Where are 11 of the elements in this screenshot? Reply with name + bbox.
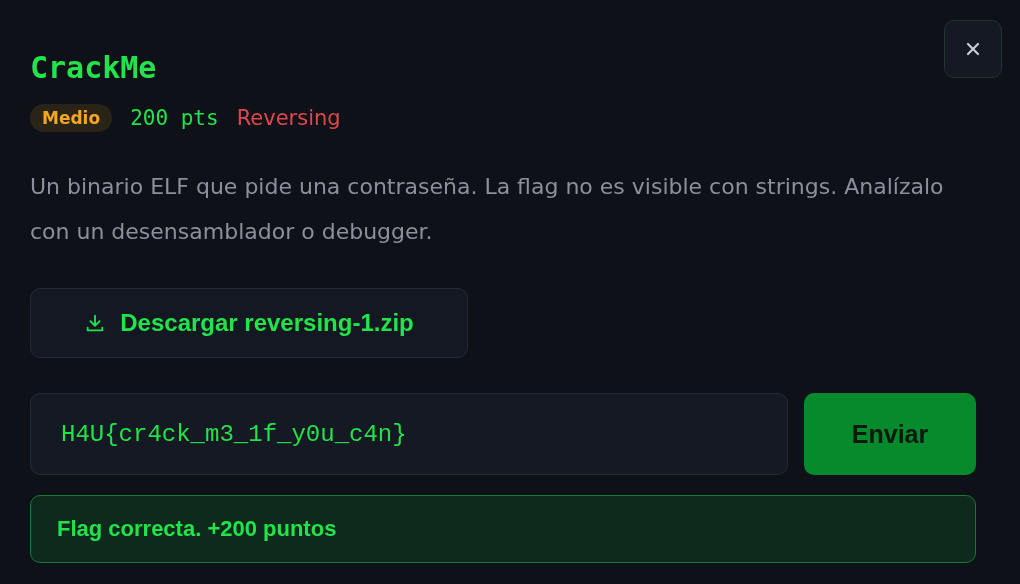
download-button[interactable]: Descargar reversing-1.zip <box>30 288 468 358</box>
submit-button[interactable]: Enviar <box>804 393 976 475</box>
challenge-title: CrackMe <box>30 50 157 86</box>
category-label: Reversing <box>236 106 341 130</box>
difficulty-badge: Medio <box>30 104 113 132</box>
close-button[interactable] <box>944 20 1002 78</box>
result-message: Flag correcta. +200 puntos <box>30 495 976 563</box>
challenge-description: Un binario ELF que pide una contraseña. La flag no es visible con strings. Analízalo con un desensamblador o debugger. <box>30 173 945 246</box>
points-label: 200 pts <box>130 106 219 130</box>
close-icon <box>966 42 980 56</box>
flag-input-field[interactable]: H4U{cr4ck_m3_1f_y0u_c4n} <box>30 393 788 475</box>
